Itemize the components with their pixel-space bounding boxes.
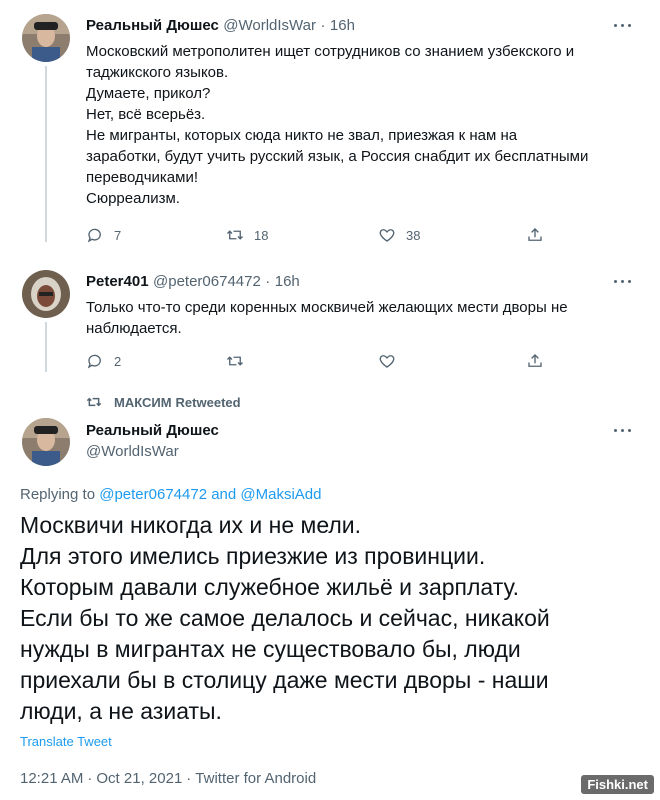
avatar-tweet2[interactable] <box>22 270 70 318</box>
retweet-icon <box>86 397 102 407</box>
tweet1-author-handle[interactable]: @WorldIsWar <box>223 17 316 34</box>
main-author-handle[interactable]: @WorldIsWar <box>86 443 179 460</box>
like-button[interactable]: 38 <box>378 226 420 244</box>
share-button[interactable] <box>526 352 554 370</box>
more-icon[interactable] <box>614 21 634 31</box>
reply-button[interactable]: 2 <box>86 352 121 370</box>
tweet2-line: Только что-то среди коренных москвичей ж… <box>86 299 568 316</box>
like-icon <box>379 229 395 242</box>
tweet-client: Twitter for Android <box>195 770 317 787</box>
more-icon[interactable] <box>614 277 634 287</box>
mention-link[interactable]: @MaksiAdd <box>240 486 321 503</box>
tweet2-header: Peter401 @peter0674472 · 16h <box>86 273 300 291</box>
avatar-image <box>22 270 70 318</box>
retweet-button[interactable] <box>226 352 254 370</box>
retweet-icon <box>227 230 243 240</box>
main-tweet-line: нужды в мигрантах не существовало бы, лю… <box>20 636 521 662</box>
retweet-icon <box>227 356 243 366</box>
watermark: Fishki.net <box>581 775 654 794</box>
reply-icon <box>87 354 101 369</box>
thread-line <box>45 322 47 372</box>
retweeter-name[interactable]: МАКСИМ <box>114 395 172 410</box>
main-tweet-line: Москвичи никогда их и не мели. <box>20 512 362 538</box>
tweet2-author-name[interactable]: Peter401 <box>86 273 149 290</box>
tweet2-line: наблюдается. <box>86 320 182 337</box>
dot-separator: · <box>87 770 93 787</box>
avatar-main[interactable] <box>22 418 70 466</box>
tweet1-line: Думаете, прикол? <box>86 85 211 102</box>
tweet1-header: Реальный Дюшес @WorldIsWar · 16h <box>86 17 355 35</box>
tweet1-line: Сюрреализм. <box>86 190 180 207</box>
main-tweet-line: Которым давали служебное жильё и зарплат… <box>20 574 520 600</box>
thread-line <box>45 66 47 242</box>
tweet2-author-handle[interactable]: @peter0674472 <box>153 273 261 290</box>
more-icon[interactable] <box>614 426 634 436</box>
tweet1-line: переводчиками! <box>86 169 199 186</box>
like-count: 38 <box>406 227 421 243</box>
avatar-tweet1[interactable] <box>22 14 70 62</box>
reply-icon <box>87 228 101 243</box>
main-tweet-line: Если бы то же самое делалось и сейчас, н… <box>20 605 550 631</box>
dot-separator: · <box>186 770 192 787</box>
tweet1-author-name[interactable]: Реальный Дюшес <box>86 17 219 34</box>
tweet-time[interactable]: 12:21 AM <box>20 770 83 787</box>
retweet-count: 18 <box>254 227 269 243</box>
tweet1-time[interactable]: 16h <box>330 17 355 34</box>
share-icon <box>528 228 542 241</box>
reply-count: 7 <box>114 227 122 243</box>
main-author-name[interactable]: Реальный Дюшес <box>86 422 219 439</box>
reply-count: 2 <box>114 353 122 369</box>
tweet-meta: 12:21 AM · Oct 21, 2021 · Twitter for Androi… <box>20 770 316 787</box>
main-tweet-line: Для этого имелись приезжие из провинции. <box>20 543 486 569</box>
tweet1-text: Московский метрополитен ищет сотрудников… <box>86 41 646 209</box>
replying-and[interactable]: and <box>211 486 236 503</box>
avatar-image <box>22 14 70 62</box>
tweet1-line: таджикского языков. <box>86 64 229 81</box>
tweet2-text: Только что-то среди коренных москвичей ж… <box>86 297 646 339</box>
replying-prefix: Replying to <box>20 486 96 503</box>
mention-link[interactable]: @peter0674472 <box>99 486 207 503</box>
share-button[interactable] <box>526 226 554 244</box>
tweet1-line: заработки, будут учить русский язык, а Р… <box>86 148 589 165</box>
dot-separator: · <box>320 17 326 34</box>
main-tweet-line: приехали бы в столицу даже мести дворы -… <box>20 667 549 693</box>
tweet2-time[interactable]: 16h <box>275 273 300 290</box>
avatar-image <box>22 418 70 466</box>
main-tweet-text: Москвичи никогда их и не мели. Для этого… <box>20 510 640 727</box>
reply-button[interactable]: 7 <box>86 226 121 244</box>
like-button[interactable] <box>378 352 406 370</box>
retweet-banner: МАКСИМ Retweeted <box>86 394 241 410</box>
tweet-date[interactable]: Oct 21, 2021 <box>96 770 182 787</box>
share-icon <box>528 354 542 367</box>
dot-separator: · <box>265 273 271 290</box>
like-icon <box>379 355 395 368</box>
translate-tweet-link[interactable]: Translate Tweet <box>20 734 112 749</box>
replying-to: Replying to @peter0674472 and @MaksiAdd <box>20 486 322 503</box>
tweet1-line: Не мигранты, которых сюда никто не звал,… <box>86 127 518 144</box>
main-tweet-line: люди, а не азиаты. <box>20 698 222 724</box>
tweet1-line: Московский метрополитен ищет сотрудников… <box>86 43 575 60</box>
tweet1-line: Нет, всё всерьёз. <box>86 106 206 123</box>
retweet-button[interactable]: 18 <box>226 226 268 244</box>
retweeted-label: Retweeted <box>175 394 241 410</box>
